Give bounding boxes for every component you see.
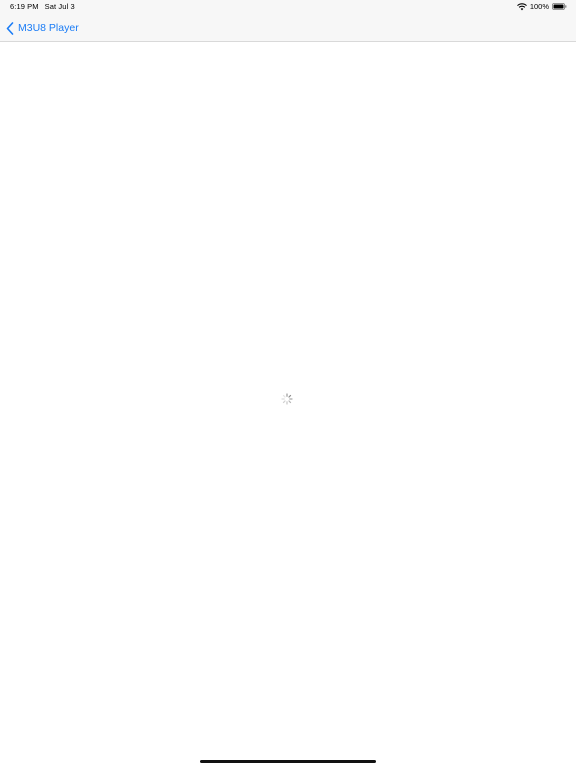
navigation-bar: M3U8 Player	[0, 14, 576, 42]
status-bar: 6:19 PM Sat Jul 3 100%	[0, 0, 576, 14]
status-left: 6:19 PM Sat Jul 3	[10, 2, 75, 11]
wifi-icon	[516, 2, 527, 10]
battery-percent: 100%	[529, 2, 549, 11]
chevron-left-icon	[6, 21, 14, 35]
app-screen: 6:19 PM Sat Jul 3 100% M3U8 Player	[0, 0, 576, 768]
home-indicator[interactable]	[200, 760, 376, 763]
status-time: 6:19 PM	[10, 2, 39, 11]
status-date: Sat Jul 3	[44, 2, 75, 11]
content-area	[0, 42, 576, 768]
activity-spinner-icon	[281, 393, 293, 405]
back-button[interactable]: M3U8 Player	[6, 19, 79, 37]
battery-icon	[552, 3, 567, 10]
back-button-label: M3U8 Player	[18, 22, 79, 34]
status-right: 100%	[516, 2, 567, 11]
